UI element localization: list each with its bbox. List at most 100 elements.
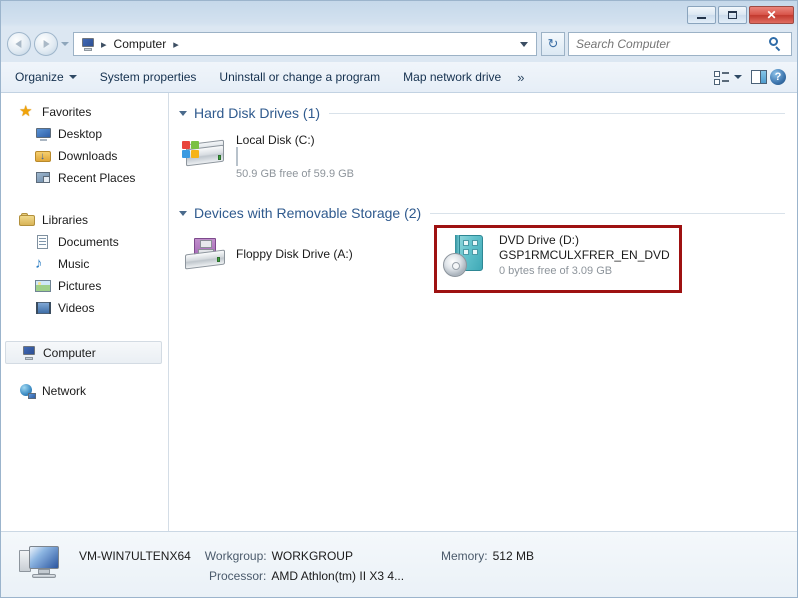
breadcrumb-separator-end-icon[interactable]: ▸ <box>169 38 183 51</box>
details-line-2: Processor: AMD Athlon(tm) II X3 4... <box>79 569 404 583</box>
sidebar-item-computer[interactable]: Computer <box>5 341 162 364</box>
close-button[interactable]: ✕ <box>749 6 794 24</box>
section-header-removable-storage[interactable]: Devices with Removable Storage (2) <box>179 205 797 221</box>
drive-item-local-disk-c[interactable]: Local Disk (C:) 50.9 GB free of 59.9 GB <box>176 127 362 188</box>
sidebar-gap-1 <box>1 195 168 209</box>
uninstall-label: Uninstall or change a program <box>219 70 381 84</box>
pictures-icon <box>35 278 52 294</box>
change-view-button[interactable] <box>705 66 751 89</box>
forward-button[interactable] <box>34 32 58 56</box>
sidebar-item-desktop[interactable]: Desktop <box>1 123 168 145</box>
sidebar-item-pictures[interactable]: Pictures <box>1 275 168 297</box>
refresh-icon: ↻ <box>547 36 559 51</box>
back-button[interactable] <box>7 32 31 56</box>
section-divider <box>430 212 785 214</box>
sidebar-item-videos[interactable]: Videos <box>1 297 168 319</box>
sidebar-item-favorites[interactable]: ★ Favorites <box>1 101 168 123</box>
sidebar-label-downloads: Downloads <box>58 149 118 163</box>
sidebar-gap-2 <box>1 325 168 341</box>
libraries-icon <box>19 212 36 228</box>
search-icon[interactable] <box>767 37 785 52</box>
organize-label: Organize <box>15 70 64 84</box>
collapse-triangle-icon[interactable] <box>179 110 187 116</box>
breadcrumb-separator-icon: ▸ <box>101 38 107 51</box>
details-line-1: VM-WIN7ULTENX64 Workgroup: WORKGROUP Mem… <box>79 549 534 563</box>
computer-icon <box>20 345 37 361</box>
sidebar-item-downloads[interactable]: ↓ Downloads <box>1 145 168 167</box>
sidebar-item-network[interactable]: Network <box>1 380 168 402</box>
sidebar-label-music: Music <box>58 257 90 271</box>
sidebar-label-desktop: Desktop <box>58 127 103 141</box>
details-pane: VM-WIN7ULTENX64 Workgroup: WORKGROUP Mem… <box>1 531 797 597</box>
sidebar-label-recent-places: Recent Places <box>58 171 136 185</box>
downloads-icon: ↓ <box>35 148 52 164</box>
processor-value: AMD Athlon(tm) II X3 4... <box>271 569 405 583</box>
show-preview-pane-button[interactable] <box>751 70 767 84</box>
uninstall-or-change-program-button[interactable]: Uninstall or change a program <box>210 66 389 88</box>
window-controls: ✕ <box>687 6 794 24</box>
desktop-icon <box>35 126 52 142</box>
drive-name-local-disk-c: Local Disk (C:) <box>236 133 315 147</box>
breadcrumb[interactable]: ▸ Computer ▸ <box>73 32 537 56</box>
chevron-down-icon <box>68 75 77 79</box>
items-view: Hard Disk Drives (1) Local Disk (C:) 50.… <box>170 93 797 531</box>
maximize-button[interactable] <box>718 6 747 24</box>
search-box[interactable] <box>568 32 792 56</box>
section-header-hard-disk-drives[interactable]: Hard Disk Drives (1) <box>179 105 797 121</box>
hard-disk-icon <box>182 133 228 173</box>
recent-pages-chevron-icon[interactable] <box>61 42 69 46</box>
drive-item-floppy-a[interactable]: Floppy Disk Drive (A:) <box>176 229 361 281</box>
search-input[interactable] <box>569 36 767 52</box>
system-properties-label: System properties <box>99 70 197 84</box>
section-divider <box>329 112 785 114</box>
section-title-removable-storage: Devices with Removable Storage (2) <box>194 205 422 221</box>
capacity-meter-local-disk-c <box>236 147 238 166</box>
drive-free-dvd-d: 0 bytes free of 3.09 GB <box>499 265 613 277</box>
window-body: ★ Favorites Desktop ↓ Downloads Recent P… <box>1 93 797 531</box>
command-toolbar: Organize System properties Uninstall or … <box>1 62 797 93</box>
music-icon: ♪ <box>35 255 43 272</box>
sidebar-item-libraries[interactable]: Libraries <box>1 209 168 231</box>
dvd-drive-icon <box>443 233 489 277</box>
breadcrumb-item-computer[interactable]: Computer <box>111 36 170 52</box>
toolbar-overflow-button[interactable]: » <box>510 66 531 89</box>
drive-labels: Floppy Disk Drive (A:) <box>236 247 353 262</box>
system-properties-button[interactable]: System properties <box>91 66 206 88</box>
drive-item-dvd-d[interactable]: DVD Drive (D:) GSP1RMCULXFRER_EN_DVD 0 b… <box>437 227 678 285</box>
address-dropdown-icon[interactable] <box>520 41 528 47</box>
workgroup-value: WORKGROUP <box>271 549 353 563</box>
videos-icon <box>35 300 52 316</box>
sidebar-group-libraries: Libraries Documents ♪ Music Pictures Vid… <box>1 209 168 319</box>
minimize-icon <box>697 17 706 19</box>
view-chevron-down-icon[interactable] <box>734 75 742 79</box>
refresh-button[interactable]: ↻ <box>541 32 565 56</box>
drive-name-dvd-d: DVD Drive (D:) <box>499 233 579 247</box>
collapse-triangle-icon[interactable] <box>179 210 187 216</box>
sidebar-group-favorites: ★ Favorites Desktop ↓ Downloads Recent P… <box>1 101 168 189</box>
sidebar-item-documents[interactable]: Documents <box>1 231 168 253</box>
drive-volume-dvd-d: GSP1RMCULXFRER_EN_DVD <box>499 248 670 262</box>
floppy-disk-icon <box>182 235 228 275</box>
organize-button[interactable]: Organize <box>6 66 86 88</box>
minimize-button[interactable] <box>687 6 716 24</box>
recent-places-icon <box>35 170 52 186</box>
help-button[interactable]: ? <box>770 69 796 85</box>
documents-icon <box>35 234 52 250</box>
computer-name: VM-WIN7ULTENX64 <box>79 549 191 563</box>
drive-free-local-disk-c: 50.9 GB free of 59.9 GB <box>236 168 355 180</box>
sidebar-item-music[interactable]: ♪ Music <box>1 253 168 275</box>
network-icon <box>19 383 36 399</box>
sidebar-label-pictures: Pictures <box>58 279 102 293</box>
navigation-pane: ★ Favorites Desktop ↓ Downloads Recent P… <box>1 93 169 531</box>
sidebar-item-recent-places[interactable]: Recent Places <box>1 167 168 189</box>
preview-pane-icon <box>751 70 767 84</box>
memory-label: Memory: <box>440 549 488 563</box>
computer-icon <box>79 37 95 51</box>
map-network-drive-button[interactable]: Map network drive <box>394 66 510 88</box>
address-bar-row: ▸ Computer ▸ ↻ <box>1 29 797 59</box>
sidebar-label-favorites: Favorites <box>42 105 92 119</box>
drive-labels: Local Disk (C:) 50.9 GB free of 59.9 GB <box>236 133 354 182</box>
explorer-window: ✕ ▸ Computer ▸ ↻ Organize <box>0 0 798 598</box>
maximize-icon <box>728 11 737 19</box>
view-layout-icon <box>714 70 729 85</box>
